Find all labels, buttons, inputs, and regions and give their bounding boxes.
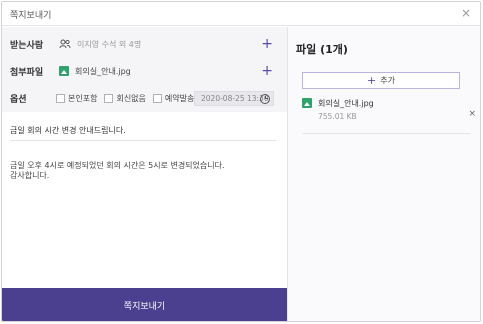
options-label: 옵션 <box>10 94 27 105</box>
recipients-label: 받는사람 <box>10 40 44 51</box>
attachment-value: 회의실_안내.jpg <box>75 66 131 76</box>
option-no-reply[interactable]: 회신없음 <box>104 93 146 104</box>
option-include-self[interactable]: 본인포함 <box>56 93 97 104</box>
people-icon <box>59 39 71 49</box>
compose-pane: 받는사람 이지영 수석 외 4명 + 첨부파일 회의실_안내.jpg + 옵션 … <box>2 27 287 321</box>
remove-file-icon[interactable]: × <box>468 109 476 119</box>
attachment-label: 첨부파일 <box>10 67 44 78</box>
message-body-line: 감사합니다. <box>10 171 50 180</box>
option-scheduled-send[interactable]: 예약발송 <box>152 93 195 104</box>
subject-field[interactable]: 금일 회의 시간 변경 안내드립니다. <box>10 125 276 141</box>
add-attachment-button[interactable]: + <box>261 64 273 78</box>
file-list-item: 회의실_안내.jpg 755.01 KB × <box>302 97 476 133</box>
message-header-form: 받는사람 이지영 수석 외 4명 + 첨부파일 회의실_안내.jpg + 옵션 … <box>2 27 287 112</box>
recipients-row[interactable]: 받는사람 이지영 수석 외 4명 + <box>2 31 287 57</box>
recipients-value: 이지영 수석 외 4명 <box>77 39 142 49</box>
divider <box>302 133 470 134</box>
send-message-dialog: 쪽지보내기 × 받는사람 이지영 수석 외 4명 + 첨부파일 회의실_안내.j… <box>1 1 481 322</box>
add-recipient-button[interactable]: + <box>261 37 273 51</box>
include-self-checkbox[interactable] <box>56 93 65 103</box>
dialog-title: 쪽지보내기 <box>10 11 52 21</box>
schedule-datetime-field[interactable]: 2020-08-25 13:30 <box>194 90 274 106</box>
no-reply-checkbox[interactable] <box>104 93 114 103</box>
title-bar: 쪽지보내기 × <box>2 2 480 26</box>
schedule-datetime-value: 2020-08-25 13:30 <box>201 93 269 103</box>
scheduled-send-label: 예약발송 <box>164 93 195 103</box>
no-reply-label: 회신없음 <box>116 93 146 103</box>
file-size: 755.01 KB <box>318 112 357 121</box>
file-name: 회의실_안내.jpg <box>318 99 374 108</box>
options-row: 옵션 본인포함 회신없음 예약발송 2020-08-25 13:30 <box>2 85 287 111</box>
files-panel-title: 파일 (1개) <box>296 43 348 56</box>
send-message-button[interactable]: 쪽지보내기 <box>2 288 287 321</box>
files-panel: 파일 (1개) + 추가 회의실_안내.jpg 755.01 KB × <box>287 27 480 321</box>
plus-icon: + <box>367 74 377 87</box>
include-self-label: 본인포함 <box>68 93 98 103</box>
image-file-icon <box>302 98 312 108</box>
clock-icon[interactable] <box>260 93 270 104</box>
image-file-icon <box>59 66 69 76</box>
message-body-line: 금일 오후 4시로 예정되었던 회의 시간은 5시로 변경되었습니다. <box>10 161 225 170</box>
message-body[interactable]: 금일 오후 4시로 예정되었던 회의 시간은 5시로 변경되었습니다. 감사합니… <box>10 161 225 181</box>
attachment-row[interactable]: 첨부파일 회의실_안내.jpg + <box>2 58 287 84</box>
scheduled-send-checkbox[interactable] <box>152 93 162 103</box>
close-icon[interactable]: × <box>461 6 471 20</box>
add-file-button[interactable]: + 추가 <box>302 72 460 89</box>
add-file-label: 추가 <box>380 76 395 85</box>
